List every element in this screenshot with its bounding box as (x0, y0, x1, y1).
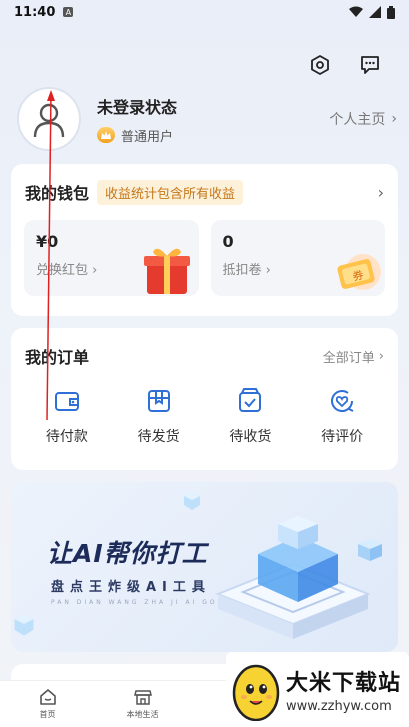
gift-box-icon (143, 248, 190, 294)
order-pending-payment-label: 待付款 (45, 429, 88, 445)
banner-headline: 让AI帮你打工 (47, 539, 208, 568)
settings-icon[interactable] (307, 52, 333, 78)
order-pending-receipt[interactable]: 待收货 (215, 386, 285, 446)
heart-review-icon (327, 386, 357, 416)
watermark-title: 大米下载站 (286, 671, 402, 696)
tab-home[interactable]: 首页 (0, 681, 95, 727)
message-icon[interactable] (357, 52, 383, 78)
coupon-icon: 券 (337, 254, 381, 290)
member-level: 普通用户 (97, 126, 177, 145)
login-status-label[interactable]: 未登录状态 (97, 94, 177, 118)
user-icon (33, 103, 65, 138)
tab-local-life-label: 本地生活 (126, 710, 159, 719)
status-time: 11:40 (14, 4, 56, 20)
store-icon (133, 690, 152, 705)
wifi-icon (349, 6, 363, 17)
tab-home-label: 首页 (39, 710, 56, 719)
order-pending-shipment-label: 待发货 (137, 429, 180, 445)
order-pending-review[interactable]: 待评价 (307, 386, 377, 446)
wallet-card: 我的钱包 收益统计包含所有收益 › ¥0 兑换红包 › 0 抵扣卷 › 券 (11, 164, 398, 316)
package-icon (144, 386, 174, 416)
chevron-right-icon: › (391, 111, 397, 127)
crown-icon (97, 127, 115, 143)
battery-icon (387, 5, 395, 19)
orders-card: 我的订单 全部订单 › 待付款 待发货 待收货 待评价 (11, 328, 398, 470)
earnings-promo-badge: 收益统计包含所有收益 (97, 179, 244, 205)
home-icon (39, 689, 56, 705)
wallet-icon (52, 386, 82, 416)
all-orders-link[interactable]: 全部订单 › (323, 347, 384, 366)
tab-local-life[interactable]: 本地生活 (95, 681, 190, 727)
orders-header: 我的订单 全部订单 › (11, 328, 398, 384)
sim-icon: A (63, 7, 74, 17)
chevron-right-icon[interactable]: › (378, 183, 384, 202)
banner-subline: 盘点王炸级AI工具 (51, 580, 211, 595)
watermark-url: www.zzhyw.com (286, 699, 392, 714)
signal-icon (369, 6, 381, 18)
order-pending-shipment[interactable]: 待发货 (124, 386, 194, 446)
chevron-right-icon: › (378, 348, 384, 364)
order-pending-review-label: 待评价 (321, 429, 364, 445)
order-pending-receipt-label: 待收货 (229, 429, 272, 445)
profile-section[interactable]: 未登录状态 普通用户 个人主页 › (17, 86, 397, 152)
personal-homepage-label: 个人主页 (329, 112, 386, 128)
personal-homepage-link[interactable]: 个人主页 › (329, 109, 397, 129)
order-pending-payment[interactable]: 待付款 (32, 386, 102, 446)
wallet-title: 我的钱包 (25, 184, 90, 203)
avatar[interactable] (17, 87, 81, 151)
site-watermark: 大米下载站 www.zzhyw.com (226, 652, 409, 727)
status-bar: 11:40 A (0, 0, 409, 24)
coupon-box[interactable]: 0 抵扣卷 › 券 (210, 220, 385, 296)
cube-icon (14, 614, 34, 636)
rice-mascot-logo (232, 664, 280, 721)
orders-title: 我的订单 (25, 348, 90, 367)
member-level-label: 普通用户 (121, 129, 174, 145)
all-orders-label: 全部订单 (322, 350, 375, 366)
ai-tools-banner[interactable]: 让AI帮你打工 盘点王炸级AI工具 PAN DIAN WANG ZHA JI A… (11, 482, 398, 652)
redpacket-box[interactable]: ¥0 兑换红包 › (24, 220, 199, 296)
box-check-icon (235, 386, 265, 416)
wallet-header[interactable]: 我的钱包 收益统计包含所有收益 › (11, 164, 398, 220)
ai-cube-illustration (215, 516, 382, 639)
